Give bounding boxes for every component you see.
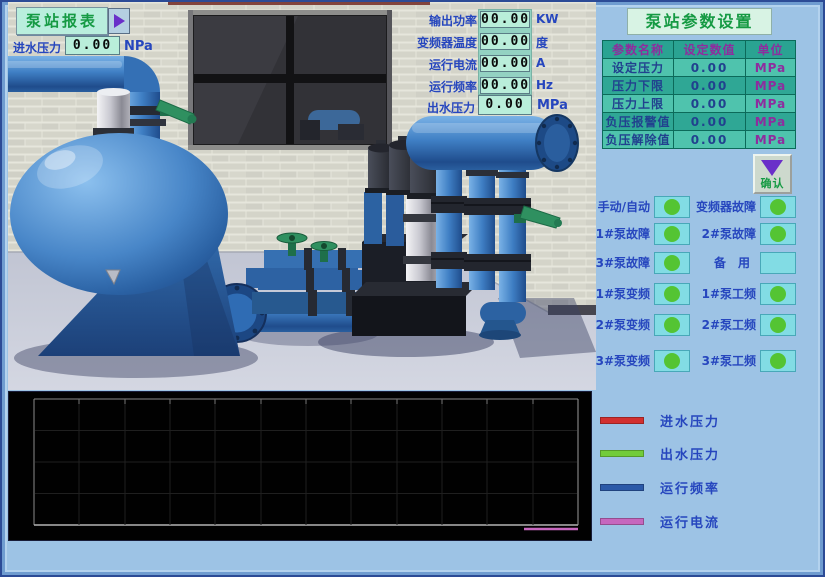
legend-label-run-frequency: 运行频率	[660, 478, 720, 497]
param-name: 设定压力	[603, 59, 674, 77]
metric-value: 00.00	[480, 55, 530, 72]
inlet-pressure-unit: NPa	[124, 39, 153, 54]
status-label-pump2-mains: 2#泵工频	[688, 314, 756, 336]
status-label-pump1-vfd: 1#泵变频	[592, 283, 650, 305]
legend-swatch-run-current	[600, 518, 644, 525]
table-row: 负压报警值 0.00 MPa	[603, 113, 796, 131]
status-label-spare: 备 用	[688, 252, 750, 274]
param-setpoint[interactable]: 0.00	[674, 131, 746, 149]
status-label-pump1-mains: 1#泵工频	[688, 283, 756, 305]
confirm-button[interactable]: 确认	[753, 154, 792, 194]
confirm-label: 确认	[755, 175, 790, 191]
status-indicator-dot	[770, 199, 786, 215]
metric-value: 00.00	[480, 77, 530, 94]
legend-label-inlet-pressure: 进水压力	[660, 411, 720, 430]
param-setpoint[interactable]: 0.00	[674, 113, 746, 131]
params-header: 设定数值	[674, 41, 746, 59]
status-indicator-dot	[770, 353, 786, 369]
status-indicator-dot	[664, 353, 680, 369]
status-indicator-dot	[770, 317, 786, 333]
legend-swatch-run-frequency	[600, 484, 644, 491]
status-label-manual-auto: 手动/自动	[592, 196, 650, 218]
inlet-pressure-label: 进水压力	[13, 39, 61, 56]
status-indicator-pump2-mains	[760, 314, 796, 336]
metric-label: 输出功率	[399, 12, 477, 29]
status-label-pump3-fault: 3#泵故障	[592, 252, 650, 274]
hmi-screen: 泵站报表 进水压力 0.00 NPa 输出功率 00.00 KW 变频器温度 0…	[0, 0, 825, 577]
outlet-pressure-label: 出水压力	[397, 99, 475, 116]
status-indicator-dot	[664, 199, 680, 215]
status-label-pump3-vfd: 3#泵变频	[592, 350, 650, 372]
status-label-pump2-vfd: 2#泵变频	[592, 314, 650, 336]
status-indicator-pump1-vfd	[654, 283, 690, 305]
outlet-pressure-value: 0.00	[478, 95, 532, 115]
table-row: 压力上限 0.00 MPa	[603, 95, 796, 113]
status-indicator-dot	[770, 286, 786, 302]
params-header: 单位	[746, 41, 796, 59]
param-name: 负压解除值	[603, 131, 674, 149]
param-unit: MPa	[746, 131, 796, 149]
param-unit: MPa	[746, 59, 796, 77]
param-setpoint[interactable]: 0.00	[674, 77, 746, 95]
status-indicator-dot	[664, 226, 680, 242]
status-indicator-pump3-mains	[760, 350, 796, 372]
legend-label-run-current: 运行电流	[660, 512, 720, 531]
params-table: 参数名称 设定数值 单位 设定压力 0.00 MPa 压力下限 0.00 MPa…	[602, 40, 796, 149]
metric-label: 运行电流	[399, 56, 477, 73]
param-unit: MPa	[746, 113, 796, 131]
status-indicator-pump3-fault	[654, 252, 690, 274]
param-name: 压力上限	[603, 95, 674, 113]
metric-label: 运行频率	[399, 78, 477, 95]
param-setpoint[interactable]: 0.00	[674, 95, 746, 113]
trend-grid	[9, 392, 591, 540]
status-indicator-spare	[760, 252, 796, 274]
legend-swatch-outlet-pressure	[600, 450, 644, 457]
metric-unit: A	[536, 56, 545, 70]
params-header: 参数名称	[603, 41, 674, 59]
play-icon	[114, 14, 125, 28]
status-indicator-dot	[664, 286, 680, 302]
params-header-row: 参数名称 设定数值 单位	[603, 41, 796, 59]
status-label-pump3-mains: 3#泵工频	[688, 350, 756, 372]
status-label-vfd-fault: 变频器故障	[688, 196, 756, 218]
status-indicator-dot	[664, 255, 680, 271]
status-indicator-dot	[770, 226, 786, 242]
report-play-button[interactable]	[108, 8, 130, 34]
legend-swatch-inlet-pressure	[600, 417, 644, 424]
metric-label: 变频器温度	[399, 34, 477, 51]
param-unit: MPa	[746, 77, 796, 95]
metric-unit: 度	[536, 34, 548, 51]
status-indicator-manual-auto	[654, 196, 690, 218]
window-lintel	[168, 2, 430, 5]
status-indicator-pump2-vfd	[654, 314, 690, 336]
status-indicator-vfd-fault	[760, 196, 796, 218]
legend-label-outlet-pressure: 出水压力	[660, 444, 720, 463]
confirm-down-arrow-icon	[761, 160, 783, 176]
status-indicator-pump3-vfd	[654, 350, 690, 372]
metric-value: 00.00	[480, 11, 530, 28]
status-label-pump1-fault: 1#泵故障	[592, 223, 650, 245]
status-indicator-pump2-fault	[760, 223, 796, 245]
params-panel-title: 泵站参数设置	[627, 8, 772, 35]
table-row: 设定压力 0.00 MPa	[603, 59, 796, 77]
trend-chart	[8, 391, 592, 541]
status-label-pump2-fault: 2#泵故障	[688, 223, 756, 245]
metric-value: 00.00	[480, 33, 530, 50]
metric-unit: Hz	[536, 78, 553, 92]
report-button[interactable]: 泵站报表	[16, 7, 108, 35]
status-indicator-dot	[664, 317, 680, 333]
window	[188, 10, 392, 150]
table-row: 压力下限 0.00 MPa	[603, 77, 796, 95]
param-setpoint[interactable]: 0.00	[674, 59, 746, 77]
status-indicator-pump1-fault	[654, 223, 690, 245]
inlet-pressure-value: 0.00	[65, 36, 120, 55]
param-name: 负压报警值	[603, 113, 674, 131]
table-row: 负压解除值 0.00 MPa	[603, 131, 796, 149]
param-unit: MPa	[746, 95, 796, 113]
status-indicator-pump1-mains	[760, 283, 796, 305]
param-name: 压力下限	[603, 77, 674, 95]
metric-unit: KW	[536, 12, 559, 26]
outlet-pressure-unit: MPa	[537, 98, 568, 113]
